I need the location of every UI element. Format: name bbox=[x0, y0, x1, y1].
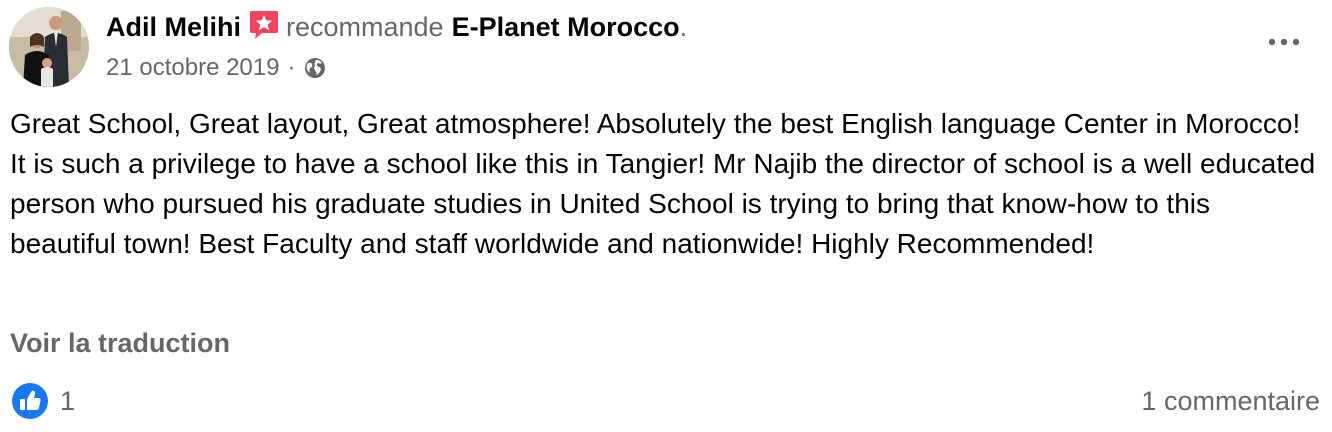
avatar-photo bbox=[9, 7, 89, 87]
more-options-button[interactable] bbox=[1262, 24, 1306, 60]
comments-count-link[interactable]: 1 commentaire bbox=[1141, 382, 1320, 420]
review-post: Adil Melihi recommande E-Planet Morocco … bbox=[0, 0, 1332, 432]
recommendation-star-icon bbox=[248, 9, 280, 41]
globe-icon bbox=[303, 56, 327, 80]
like-icon bbox=[12, 383, 48, 419]
post-header: Adil Melihi recommande E-Planet Morocco … bbox=[106, 8, 687, 46]
see-translation-link[interactable]: Voir la traduction bbox=[10, 328, 230, 359]
reaction-count: 1 bbox=[60, 385, 76, 416]
recommend-verb: recommande bbox=[286, 11, 444, 42]
more-options-icon bbox=[1268, 38, 1300, 46]
author-avatar[interactable] bbox=[9, 7, 89, 87]
reactions-summary[interactable]: 1 bbox=[12, 382, 75, 420]
header-period: . bbox=[679, 11, 688, 42]
post-meta: 21 octobre 2019 · bbox=[106, 52, 327, 84]
post-date[interactable]: 21 octobre 2019 bbox=[106, 54, 279, 82]
page-name-link[interactable]: E-Planet Morocco bbox=[452, 12, 680, 43]
post-body-text: Great School, Great layout, Great atmosp… bbox=[10, 108, 1316, 259]
author-name[interactable]: Adil Melihi bbox=[106, 12, 241, 43]
meta-separator: · bbox=[287, 54, 296, 81]
